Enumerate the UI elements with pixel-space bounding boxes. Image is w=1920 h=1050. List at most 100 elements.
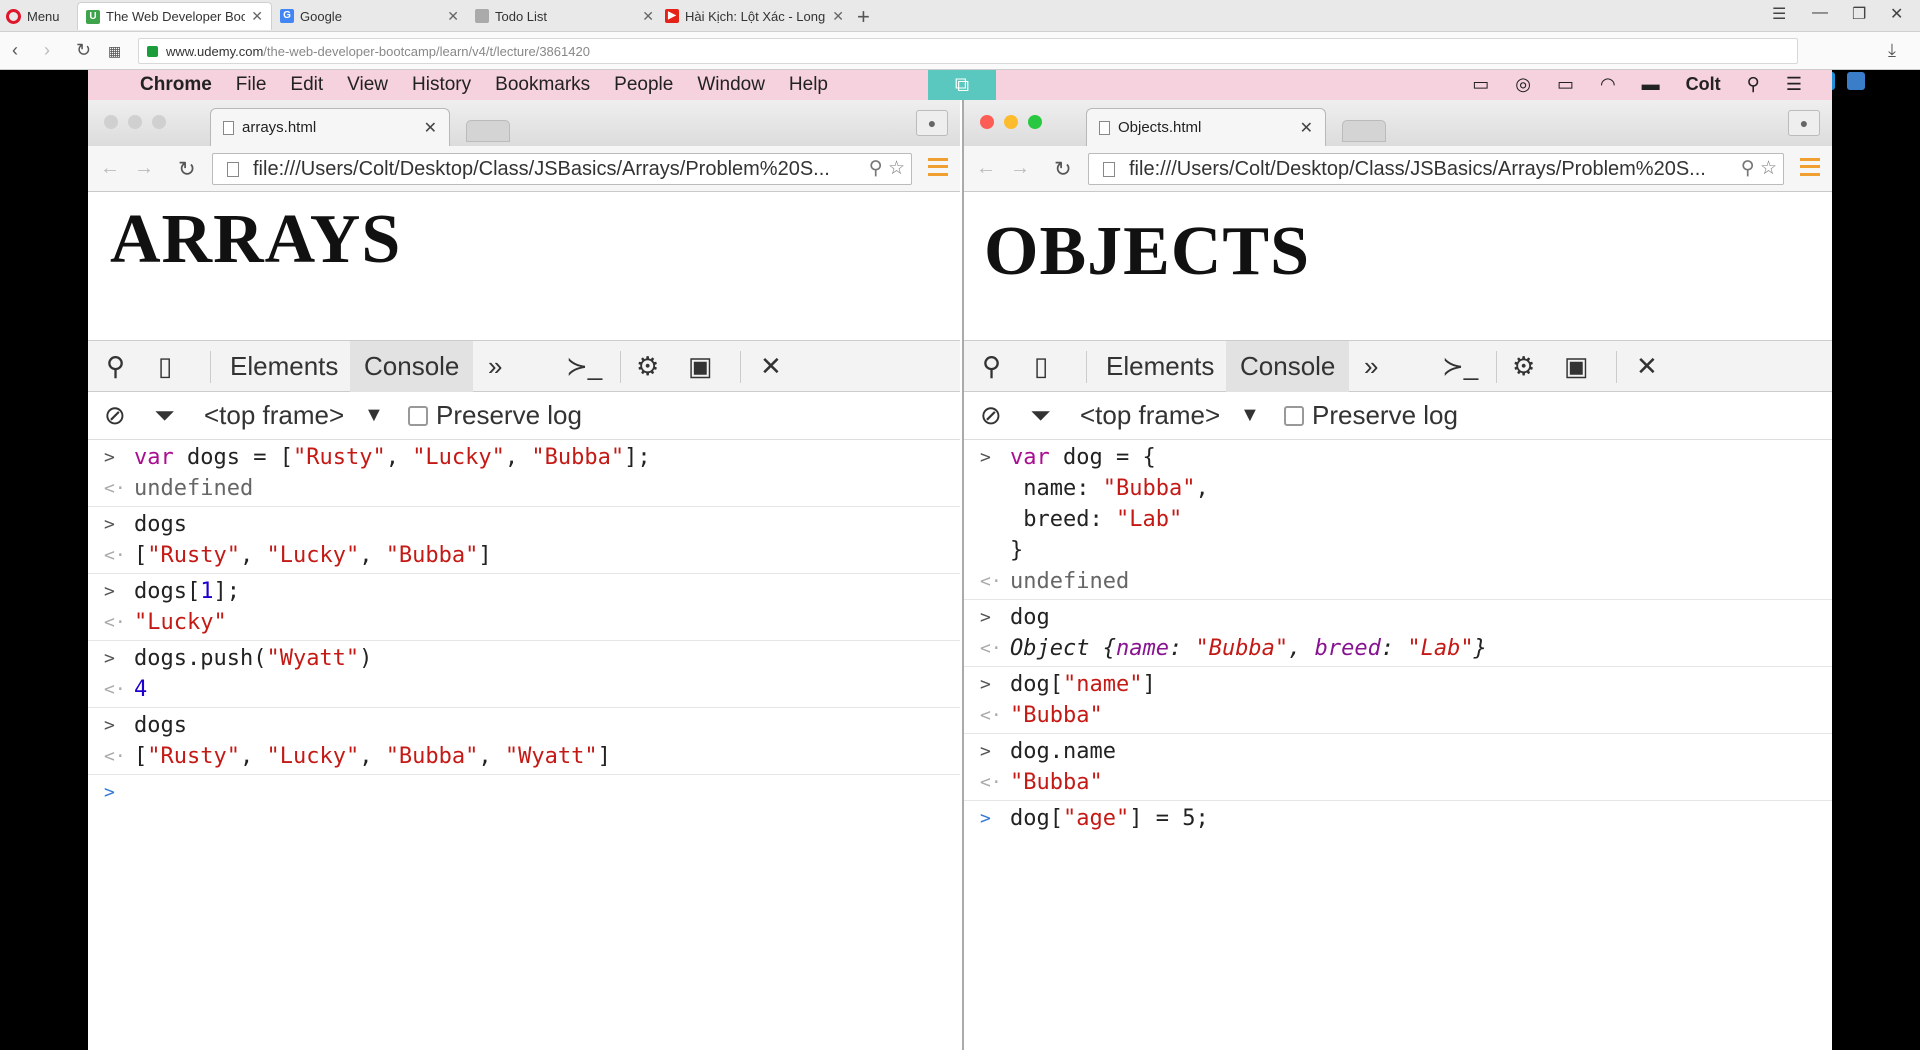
- more-tabs-icon[interactable]: »: [1364, 341, 1378, 392]
- tab-objects[interactable]: Objects.html ✕: [1086, 108, 1326, 146]
- clear-icon[interactable]: ⊘: [980, 400, 1002, 431]
- user-name: Colt: [1685, 74, 1721, 94]
- traffic-lights[interactable]: [980, 115, 1042, 129]
- lock-icon: [147, 45, 158, 57]
- page-icon: [1099, 120, 1110, 135]
- new-tab-button[interactable]: [1342, 120, 1386, 142]
- back-icon[interactable]: ←: [100, 157, 120, 180]
- close-tab-icon[interactable]: ✕: [832, 8, 844, 25]
- outer-tab-udemy[interactable]: U The Web Developer Bootc ✕: [77, 2, 272, 30]
- extension-icon[interactable]: [1847, 72, 1865, 90]
- url-input[interactable]: www.udemy.com/the-web-developer-bootcamp…: [138, 38, 1798, 64]
- preserve-log-label: Preserve log: [436, 400, 582, 430]
- mobile-icon[interactable]: ▯: [158, 341, 172, 392]
- menu-view: View: [347, 74, 389, 95]
- opera-icon: [6, 8, 21, 24]
- close-window-icon[interactable]: ✕: [1890, 4, 1903, 24]
- close-icon[interactable]: ✕: [424, 118, 437, 138]
- tab-title: Objects.html: [1118, 119, 1202, 136]
- devtools-toolbar: ⚲ ▯ Elements Console » ≻_ ⚙ ▣ ✕: [88, 340, 960, 392]
- more-tabs-icon[interactable]: »: [488, 341, 502, 392]
- search-icon[interactable]: ⚲: [106, 341, 125, 392]
- zoom-star-icon[interactable]: ⚲ ☆: [1741, 157, 1777, 180]
- close-tab-icon[interactable]: ✕: [251, 8, 263, 25]
- tab-menu-icon[interactable]: ☰: [1772, 4, 1786, 24]
- forward-icon[interactable]: →: [134, 157, 154, 180]
- speed-dial-icon[interactable]: ▦: [108, 43, 121, 60]
- outer-tab-youtube[interactable]: ▶ Hài Kịch: Lột Xác - Long H ✕: [657, 2, 852, 30]
- new-tab-icon[interactable]: +: [857, 4, 870, 30]
- back-icon[interactable]: ←: [976, 157, 996, 180]
- close-icon[interactable]: ✕: [1300, 118, 1313, 138]
- forward-icon[interactable]: ›: [44, 40, 50, 61]
- zoom-star-icon[interactable]: ⚲ ☆: [869, 157, 905, 180]
- menu-icon[interactable]: [928, 158, 948, 176]
- close-tab-icon[interactable]: ✕: [642, 8, 654, 25]
- drawer-icon[interactable]: ≻_: [1442, 341, 1478, 392]
- tab-console[interactable]: Console: [1226, 341, 1350, 392]
- reload-icon[interactable]: ↻: [76, 40, 91, 61]
- close-window-icon: [980, 115, 994, 129]
- preserve-log-checkbox[interactable]: [1284, 406, 1304, 426]
- outer-tab-todo[interactable]: Todo List ✕: [467, 2, 662, 30]
- download-icon[interactable]: ⤓: [1888, 40, 1896, 61]
- tab-arrays[interactable]: arrays.html ✕: [210, 108, 450, 146]
- wifi-icon: ◠: [1599, 74, 1616, 94]
- console-result-line: <· undefined: [964, 566, 1832, 600]
- frame-selector[interactable]: <top frame>: [204, 400, 344, 431]
- clear-icon[interactable]: ⊘: [104, 400, 126, 431]
- tab-elements[interactable]: Elements: [230, 341, 338, 392]
- search-icon[interactable]: ⚲: [982, 341, 1001, 392]
- console-result-line: <· Object {name: "Bubba", breed: "Lab"}: [964, 633, 1832, 667]
- url-input[interactable]: file:///Users/Colt/Desktop/Class/JSBasic…: [212, 153, 912, 185]
- reload-icon[interactable]: ↻: [178, 157, 196, 182]
- minimize-icon[interactable]: —: [1812, 4, 1828, 22]
- console-output[interactable]: > var dogs = ["Rusty", "Lucky", "Bubba"];…: [88, 442, 960, 808]
- tab-title: arrays.html: [242, 119, 317, 136]
- new-tab-button[interactable]: [466, 120, 510, 142]
- mac-menubar: Chrome File Edit View History Bookmarks …: [88, 70, 1832, 100]
- filter-icon[interactable]: ⏷: [154, 400, 175, 432]
- close-tab-icon[interactable]: ✕: [447, 8, 459, 25]
- tab-console[interactable]: Console: [350, 341, 474, 392]
- gear-icon[interactable]: ⚙: [636, 341, 659, 392]
- person-icon[interactable]: ●: [916, 110, 948, 136]
- minimize-icon: [1004, 115, 1018, 129]
- back-icon[interactable]: ‹: [12, 40, 18, 61]
- mobile-icon[interactable]: ▯: [1034, 341, 1048, 392]
- console-prompt[interactable]: >: [88, 777, 960, 808]
- lecture-video[interactable]: Chrome File Edit View History Bookmarks …: [88, 70, 1832, 1050]
- drawer-icon[interactable]: ≻_: [566, 341, 602, 392]
- outer-tab-google[interactable]: G Google ✕: [272, 2, 467, 30]
- dock-icon[interactable]: ▣: [1564, 341, 1589, 392]
- page-heading: ARRAYS: [110, 201, 402, 278]
- chevron-down-icon[interactable]: ▼: [364, 404, 384, 427]
- person-icon[interactable]: ●: [1788, 110, 1820, 136]
- dock-icon[interactable]: ▣: [688, 341, 713, 392]
- notifications-icon: ☰: [1785, 74, 1802, 94]
- preserve-log-checkbox[interactable]: [408, 406, 428, 426]
- console-filterbar: ⊘ ⏷ <top frame> ▼ Preserve log: [964, 392, 1832, 440]
- reload-icon[interactable]: ↻: [1054, 157, 1072, 182]
- console-result-line: <· 4: [88, 674, 960, 708]
- forward-icon[interactable]: →: [1010, 157, 1030, 180]
- traffic-lights[interactable]: [104, 115, 166, 129]
- console-output[interactable]: > var dog = { name: "Bubba", breed: "Lab"…: [964, 442, 1832, 834]
- menu-help: Help: [788, 74, 828, 95]
- close-icon[interactable]: ✕: [760, 341, 782, 392]
- restore-icon[interactable]: ❐: [1852, 4, 1866, 24]
- url-domain: www.udemy.com: [166, 43, 264, 59]
- url-input[interactable]: file:///Users/Colt/Desktop/Class/JSBasic…: [1088, 153, 1784, 185]
- chevron-down-icon[interactable]: ▼: [1240, 404, 1260, 427]
- gear-icon[interactable]: ⚙: [1512, 341, 1535, 392]
- omnibox: ← → ↻ file:///Users/Colt/Desktop/Class/J…: [88, 146, 960, 192]
- frame-selector[interactable]: <top frame>: [1080, 400, 1220, 431]
- filter-icon[interactable]: ⏷: [1030, 400, 1051, 432]
- opera-menu-button[interactable]: Menu: [6, 6, 60, 26]
- tab-elements[interactable]: Elements: [1106, 341, 1214, 392]
- close-icon[interactable]: ✕: [1636, 341, 1658, 392]
- console-prompt[interactable]: > dog["age"] = 5;: [964, 803, 1832, 834]
- menu-icon[interactable]: [1800, 158, 1820, 176]
- console-input-line: > dogs: [104, 512, 187, 537]
- chrome-titlebar: Objects.html ✕ ●: [964, 100, 1832, 146]
